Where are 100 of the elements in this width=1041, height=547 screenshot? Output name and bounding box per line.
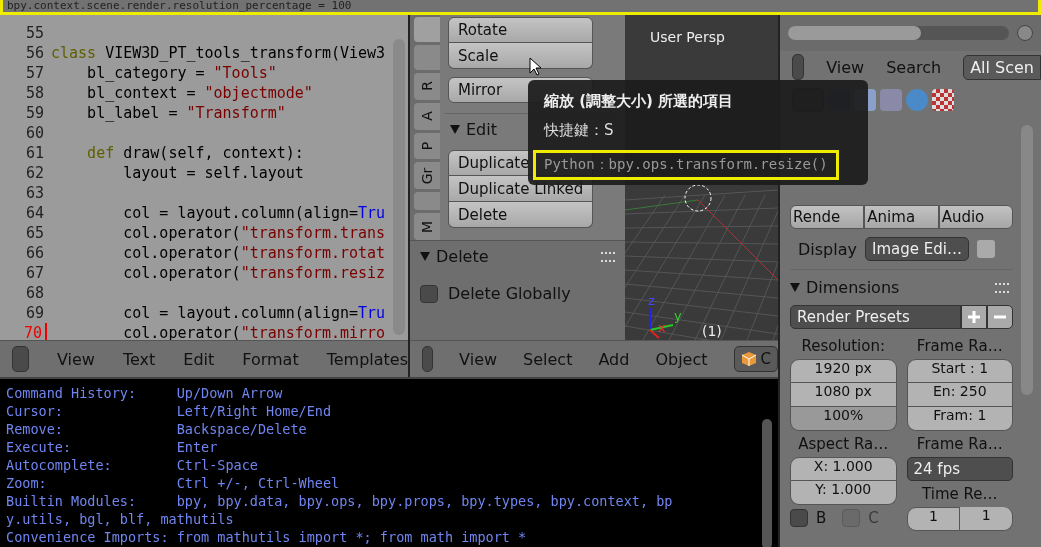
axis-label: z [648, 293, 655, 308]
code-line: col = layout.column(align=Tru [122, 303, 386, 323]
console-line: y.utils, bgl, blf, mathutils [6, 510, 235, 528]
menu-item[interactable]: Select [523, 349, 573, 369]
line-number: 58 [24, 83, 45, 103]
view-label: User Persp [650, 29, 725, 45]
menu-item[interactable]: View [56, 349, 95, 369]
number-field[interactable]: X: 1.000 [790, 457, 897, 481]
shelf-tab[interactable]: Gr [414, 162, 440, 189]
scroll-handle[interactable] [1017, 25, 1033, 41]
line-number: 66 [24, 243, 45, 263]
tool-button[interactable]: Scale [448, 43, 593, 69]
python-console[interactable] [0, 377, 778, 547]
plus-icon[interactable] [961, 305, 987, 329]
shelf-tab[interactable] [414, 17, 440, 43]
number-field[interactable]: 1 [906, 507, 961, 531]
panel-header[interactable]: Dimensions [790, 269, 1013, 297]
line-number: 61 [24, 143, 45, 163]
number-field[interactable]: Y: 1.000 [790, 481, 897, 505]
line-number: 68 [24, 283, 45, 303]
display-dropdown[interactable]: Image Edi… [865, 237, 969, 261]
menu-item[interactable]: View [826, 57, 865, 77]
menu-item[interactable]: Format [242, 349, 299, 369]
number-field[interactable]: 1 [960, 507, 1013, 531]
frame-label: (1) [702, 323, 722, 339]
menu-item[interactable]: Search [886, 57, 942, 77]
code-line: bl_context = "objectmode" [86, 83, 313, 103]
checker-icon[interactable] [932, 89, 954, 111]
line-number: 55 [24, 23, 45, 43]
render-button[interactable]: Audio [938, 205, 1013, 229]
number-field[interactable]: Fram: 1 [906, 407, 1013, 431]
code-line: class VIEW3D_PT_tools_transform(View3 [50, 43, 386, 63]
field-label: Display [798, 239, 857, 259]
shelf-tab[interactable]: A [414, 102, 440, 130]
presets-dropdown[interactable]: Render Presets [790, 305, 961, 329]
render-button[interactable]: Anima [864, 205, 939, 229]
console-line: Autocomplete: Ctrl-Space [6, 456, 259, 474]
checkbox[interactable] [790, 509, 808, 527]
menu-item[interactable]: Edit [183, 349, 215, 369]
line-number: 64 [24, 203, 45, 223]
number-field[interactable]: 1920 px [790, 359, 897, 383]
mouse-cursor-icon [529, 57, 543, 77]
tool-button[interactable]: Delete [448, 202, 593, 228]
number-field[interactable]: Start : 1 [906, 359, 1013, 383]
column-title: Time Re… [921, 485, 999, 503]
line-number: 65 [24, 223, 45, 243]
code-line: col = layout.column(align=Tru [122, 203, 386, 223]
console-line: Remove: Backspace/Delete [6, 420, 308, 438]
scrollbar[interactable] [788, 26, 1009, 40]
scene-dropdown[interactable]: All Scen [963, 54, 1041, 80]
checkbox-label: Delete Globally [448, 284, 571, 303]
number-field[interactable]: 1080 px [790, 383, 897, 407]
tooltip-python: Python：bpy.ops.transform.resize() [533, 150, 839, 180]
number-field[interactable]: En: 250 [906, 383, 1013, 407]
menu-item[interactable]: Object [655, 349, 708, 369]
console-line: Convenience Imports: from mathutils import *; from math import * [6, 528, 528, 546]
menu-item[interactable]: Templates [326, 349, 408, 369]
column-title: Resolution: [800, 337, 886, 355]
minus-icon[interactable] [987, 305, 1013, 329]
console-line: Zoom: Ctrl +/-, Ctrl-Wheel [6, 474, 341, 492]
code-line: col.operator("transform.rotat [122, 243, 386, 263]
checkbox[interactable] [420, 284, 438, 303]
menu-item[interactable]: Add [598, 349, 630, 369]
number-field[interactable]: 100% [790, 407, 897, 431]
line-number: 67 [24, 263, 45, 283]
shelf-tab[interactable]: R [414, 73, 440, 100]
line-number: 69 [24, 303, 45, 323]
console-line: Builtin Modules: bpy, bpy.data, bpy.ops, bpy.props, bpy.types, bpy.context, bp [6, 492, 674, 510]
console-line: Cursor: Left/Right Home/End [6, 402, 333, 420]
checkbox-label: C [868, 509, 879, 527]
line-number: 57 [24, 63, 45, 83]
column-title: Frame Ra… [915, 435, 1004, 453]
console-line: Execute: Enter [6, 438, 219, 456]
code-line: col.operator("transform.trans [122, 223, 386, 243]
menu-item[interactable]: View [459, 349, 498, 369]
render-button[interactable]: Rende [790, 205, 865, 229]
line-number: 56 [24, 43, 45, 63]
code-line: col.operator("transform.resiz [122, 263, 386, 283]
line-number: 60 [24, 123, 45, 143]
column-title: Aspect Ra… [797, 435, 890, 453]
fps-dropdown[interactable]: 24 fps [906, 457, 1013, 481]
code-editor[interactable] [0, 15, 408, 340]
line-number: 59 [24, 103, 45, 123]
code-line: def draw(self, context): [86, 143, 304, 163]
tool-button[interactable]: Rotate [448, 17, 593, 43]
console-line: Command History: Up/Down Arrow [6, 384, 284, 402]
line-number: 63 [24, 183, 45, 203]
code-line: layout = self.layout [122, 163, 304, 183]
scrollbar[interactable] [762, 419, 772, 547]
tooltip-shortcut: 快捷鍵：S [544, 121, 614, 140]
shelf-tab[interactable] [414, 191, 440, 211]
code-line: bl_category = "Tools" [86, 63, 277, 83]
shelf-tab[interactable]: M [414, 213, 440, 240]
shelf-tab[interactable]: P [414, 132, 440, 160]
panel-header[interactable]: Delete [420, 247, 615, 266]
checkbox-label: B [816, 509, 827, 527]
shelf-tab[interactable] [414, 45, 440, 71]
column-title: Frame Ra… [915, 337, 1004, 355]
info-text: bpy.context.scene.render.resolution_percentage = 100 [6, 0, 353, 12]
menu-item[interactable]: Text [122, 349, 156, 369]
